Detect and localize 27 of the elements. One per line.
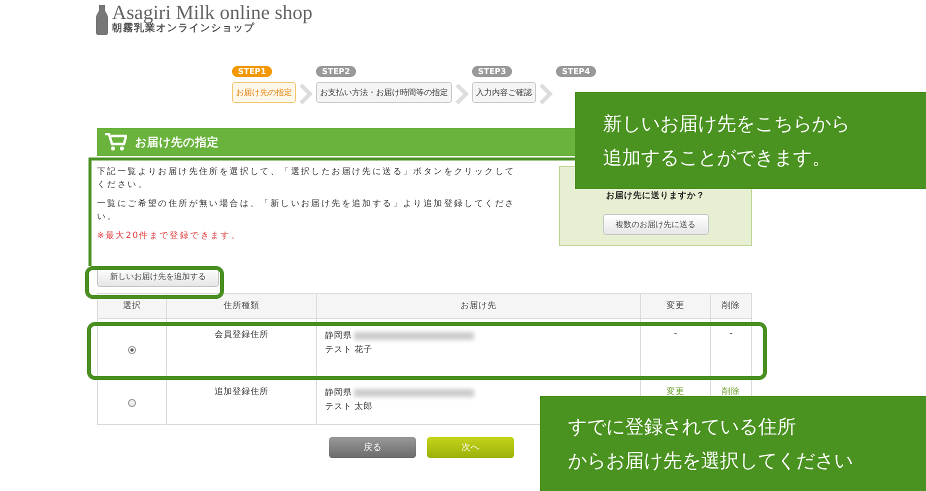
callout-text: 新しいお届け先をこちらから 追加することができます。 [603, 112, 850, 170]
instruction-text: 下記一覧よりお届け先住所を選択して、「選択したお届け先に送る」ボタンをクリックしてください。 [97, 166, 516, 192]
column-header: お届け先 [316, 294, 640, 318]
table-cell-text: テスト 太郎 [325, 401, 373, 414]
column-header: 住所種類 [166, 294, 316, 318]
table-cell-text: 静岡県 [325, 387, 352, 400]
limit-note: ※最大20件まで登録できます。 [97, 230, 242, 242]
section-title: お届け先の指定 [135, 134, 219, 150]
step-badge: STEP1 [232, 66, 272, 77]
table-cell-text: テスト 花子 [325, 344, 373, 357]
table-cell-text: 静岡県 [325, 330, 352, 343]
table-cell: - [674, 329, 678, 339]
table-cell: - [729, 329, 733, 339]
callout-text: すでに登録されている住所 からお届け先を選択してください [568, 414, 853, 474]
logo-title: Asagiri Milk online shop [112, 3, 313, 23]
step-label: 入力内容ご確認 [472, 82, 536, 103]
logo-subtitle: 朝霧乳業オンラインショップ [112, 23, 256, 35]
table-cell: 追加登録住所 [166, 380, 316, 424]
step-badge: STEP3 [472, 66, 512, 77]
column-header: 変更 [640, 294, 710, 318]
step-badge: STEP4 [556, 66, 596, 77]
panel-question: お届け先に送りますか？ [606, 190, 705, 202]
instruction-text: 一覧にご希望の住所が無い場合は、「新しいお届け先を追加する」より追加登録してください。 [97, 198, 516, 224]
step-label: お届け先の指定 [232, 82, 296, 103]
step-badge: STEP2 [316, 66, 356, 77]
column-header: 削除 [710, 294, 752, 318]
step-label: お支払い方法・お届け時間等の指定 [316, 82, 452, 103]
